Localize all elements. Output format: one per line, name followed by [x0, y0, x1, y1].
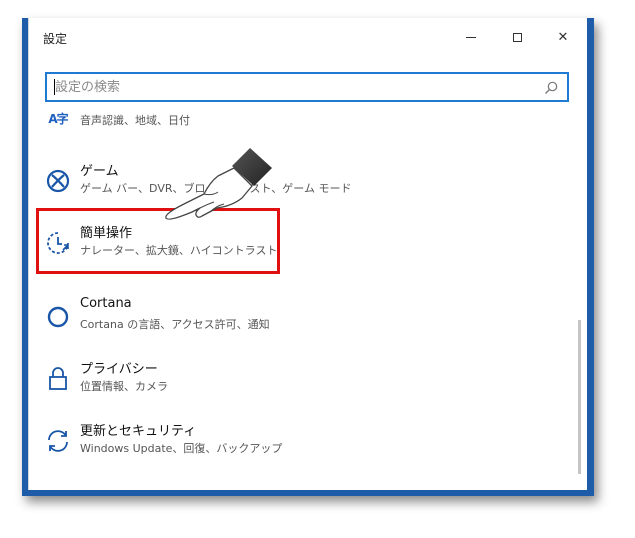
- item-desc: Cortana の言語、アクセス許可、通知: [80, 318, 270, 331]
- search-icon[interactable]: [543, 80, 559, 96]
- close-button[interactable]: ✕: [541, 24, 585, 50]
- speech-language-icon: A字: [48, 111, 68, 126]
- cortana-icon: [45, 304, 71, 330]
- item-title: Cortana: [80, 296, 132, 311]
- item-desc: ナレーター、拡大鏡、ハイコントラスト: [80, 244, 278, 257]
- maximize-icon: [512, 32, 522, 42]
- item-title: 簡単操作: [80, 226, 133, 241]
- title-bar[interactable]: 設定 ✕: [29, 18, 587, 56]
- xbox-icon: [45, 168, 71, 194]
- minimize-icon: [466, 36, 476, 38]
- list-item-cortana[interactable]: Cortana Cortana の言語、アクセス許可、通知: [37, 294, 557, 346]
- maximize-button[interactable]: [495, 24, 539, 50]
- window-title: 設定: [43, 32, 68, 46]
- list-item-time-language[interactable]: A字 音声認識、地域、日付: [37, 108, 557, 138]
- list-item-update-security[interactable]: 更新とセキュリティ Windows Update、回復、バックアップ: [37, 418, 557, 470]
- item-desc: 位置情報、カメラ: [80, 380, 168, 393]
- search-input[interactable]: [55, 77, 525, 97]
- settings-window: 設定 ✕ A字 音声認識、地域、日付: [28, 18, 587, 490]
- minimize-button[interactable]: [449, 24, 493, 50]
- sync-icon: [45, 428, 71, 454]
- close-icon: ✕: [557, 29, 569, 45]
- text-caret: [54, 79, 55, 95]
- list-item-privacy[interactable]: プライバシー 位置情報、カメラ: [37, 356, 557, 408]
- item-desc: 音声認識、地域、日付: [80, 114, 190, 127]
- search-box[interactable]: [45, 72, 569, 102]
- item-title: プライバシー: [80, 362, 158, 377]
- item-title: ゲーム: [80, 164, 119, 179]
- settings-list: A字 音声認識、地域、日付 ゲーム ゲーム バー、DVR、ブロードキャスト、ゲー…: [29, 108, 587, 490]
- scrollbar[interactable]: [578, 320, 581, 474]
- item-title: 更新とセキュリティ: [80, 424, 197, 439]
- list-item-gaming[interactable]: ゲーム ゲーム バー、DVR、ブロードキャスト、ゲーム モード: [37, 158, 557, 210]
- item-desc: ゲーム バー、DVR、ブロードキャスト、ゲーム モード: [80, 182, 352, 195]
- list-item-ease-of-access[interactable]: 簡単操作 ナレーター、拡大鏡、ハイコントラスト: [37, 220, 557, 272]
- ease-of-access-icon: [45, 230, 71, 256]
- lock-icon: [45, 366, 71, 392]
- item-desc: Windows Update、回復、バックアップ: [80, 442, 283, 455]
